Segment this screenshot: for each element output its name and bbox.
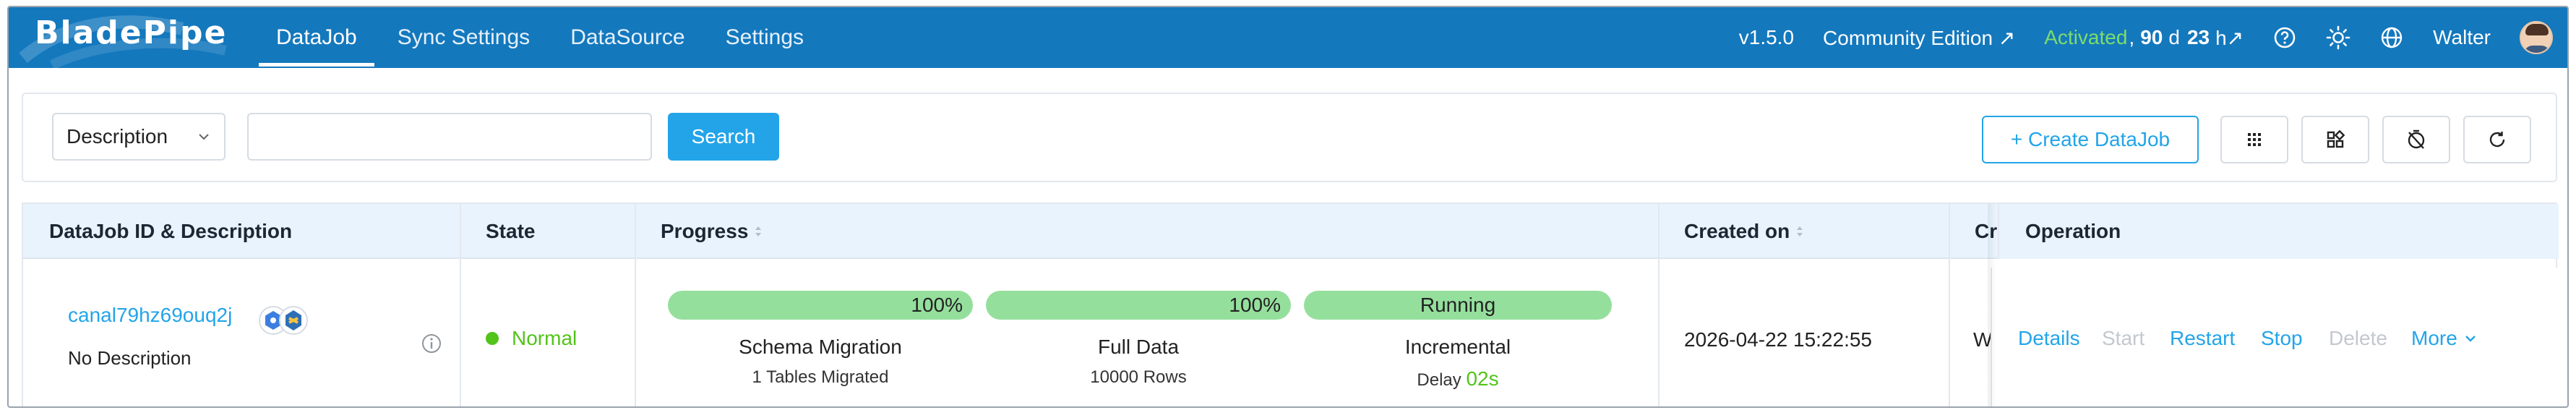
state-label: Normal [512,327,578,349]
timer-off-button[interactable] [2382,116,2450,163]
license-separator: , [2129,26,2135,48]
job-id-link[interactable]: canal79hz69ouq2j [68,304,232,327]
progress-incremental-text: Running [1420,294,1496,316]
delay-label: Delay [1417,370,1461,390]
column-header-created-label: Created on [1684,220,1790,242]
apps-view-button[interactable] [2301,116,2369,163]
app-window: BladePipe DataJob Sync Settings DataSour… [7,6,2569,408]
delete-link[interactable]: Delete [2329,327,2387,350]
top-navigation-bar: BladePipe DataJob Sync Settings DataSour… [9,7,2567,68]
app-logo[interactable]: BladePipe [35,14,227,51]
main-nav: DataJob Sync Settings DataSource Setting… [259,7,827,68]
hours-value: 23 [2186,26,2210,48]
create-datajob-button[interactable]: + Create DataJob [1982,116,2199,163]
delay-value: 02s [1466,367,1499,390]
search-field-select[interactable]: Description [52,113,226,161]
column-divider [1658,204,1660,406]
column-header-progress-label: Progress [661,220,749,242]
nav-settings[interactable]: Settings [708,7,821,68]
status-dot [486,332,499,345]
refresh-icon [2489,132,2505,148]
grid-icon [2248,133,2261,146]
progress-full-sub: 10000 Rows [1090,367,1187,387]
hours-unit: h↗ [2215,26,2244,49]
activated-label: Activated [2044,26,2128,48]
progress-bar-incremental: Running [1304,291,1612,320]
sort-icon [1797,226,1803,236]
column-divider [460,204,461,406]
table-header: DataJob ID & Description State Progress … [23,204,2559,259]
created-on: 2026-04-22 15:22:55 [1684,328,1872,351]
column-header-progress[interactable]: Progress [635,204,763,259]
job-description: No Description [68,347,192,369]
progress-incremental-sub: Delay 02s [1304,367,1612,391]
progress-full-label: Full Data [1097,336,1180,358]
days-unit: d [2168,26,2180,48]
column-header-id: DataJob ID & Description [49,220,293,242]
search-button[interactable]: Search [668,113,779,161]
details-link[interactable]: Details [2018,327,2080,350]
sun-icon[interactable] [2326,25,2350,50]
progress-incremental-label: Incremental [1404,336,1511,358]
start-link[interactable]: Start [2102,327,2144,350]
progress-bar-schema: 100% [668,291,973,320]
nav-sync-settings[interactable]: Sync Settings [380,7,547,68]
info-icon[interactable] [421,333,442,354]
version-label: v1.5.0 [1738,26,1795,48]
apps-icon [2327,130,2345,148]
help-icon[interactable] [2272,25,2297,50]
progress-schema-label: Schema Migration [739,336,902,358]
column-header-state: State [460,204,535,259]
globe-icon[interactable] [2379,25,2404,50]
column-header-operation: Operation [1998,204,2559,259]
avatar[interactable] [2520,21,2553,54]
restart-link[interactable]: Restart [2170,327,2235,350]
header-right-tools: v1.5.0 Community Edition ↗ Activated , 9… [1710,7,2553,68]
column-divider [635,204,636,406]
chevron-down-icon [2465,336,2476,342]
days-value: 90 [2140,26,2163,48]
chevron-down-icon [199,134,209,140]
refresh-button[interactable] [2463,116,2531,163]
sort-icon [755,226,762,236]
stop-link[interactable]: Stop [2261,327,2303,350]
timer-off-icon [2408,129,2425,149]
license-status[interactable]: Activated , 90 d 23 h↗ [2044,26,2244,50]
progress-bar-full: 100% [986,291,1291,320]
search-input[interactable] [247,113,652,161]
user-name[interactable]: Walter [2433,26,2491,49]
search-panel: Description Search + Create DataJob [22,93,2557,182]
column-header-created[interactable]: Created on [1658,204,1804,259]
progress-schema-text: 100% [911,294,963,316]
progress-full-text: 100% [1229,294,1281,316]
fixed-column-shadow [1988,204,1996,406]
nav-datajob[interactable]: DataJob [259,7,374,68]
state-normal: Normal [486,327,577,350]
more-label: More [2411,327,2457,349]
edition-link[interactable]: Community Edition ↗ [1823,26,2015,50]
column-divider [1949,204,1950,406]
datasource-pair-icon [259,306,308,335]
nav-datasource[interactable]: DataSource [553,7,702,68]
progress-schema-sub: 1 Tables Migrated [752,367,889,387]
search-field-value: Description [66,125,168,148]
more-dropdown[interactable]: More [2411,327,2478,350]
grid-view-button[interactable] [2220,116,2288,163]
column-header-state-label: State [486,220,536,242]
